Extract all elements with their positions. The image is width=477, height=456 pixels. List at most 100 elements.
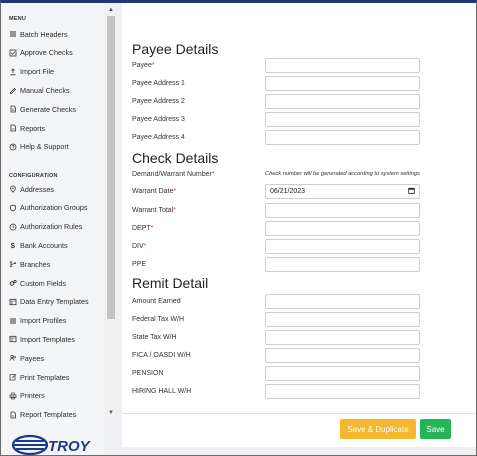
sidebar-item-import-templates[interactable]: Import Templates (9, 333, 103, 345)
sidebar-item-branches[interactable]: Branches (9, 258, 103, 270)
payee-label: Payee* (132, 62, 155, 69)
dept-input[interactable] (265, 221, 420, 236)
payee-address-4-input[interactable] (265, 130, 420, 145)
dept-label: DEPT* (132, 225, 154, 232)
sidebar-item-bank-accounts[interactable]: $ Bank Accounts (9, 239, 103, 251)
nav-item-label: Import File (20, 67, 54, 77)
payee-input[interactable] (265, 58, 420, 73)
sidebar: MENU Batch Headers Approve Checks Import F… (2, 3, 104, 455)
people-icon (9, 354, 17, 362)
state-tax-w-h-input[interactable] (265, 330, 420, 345)
amount-earned-input[interactable] (265, 294, 420, 309)
shield-icon (9, 204, 17, 212)
date-value: 06/21/2023 (270, 188, 306, 195)
sidebar-item-generate-checks[interactable]: Generate Checks (9, 103, 103, 115)
nav-item-label: Approve Checks (20, 48, 73, 58)
scrollbar-thumb[interactable] (107, 16, 115, 319)
nav-item-label: Data Entry Templates (20, 297, 89, 307)
sidebar-item-help-support[interactable]: Help & Support (9, 141, 103, 153)
save-and-duplicate-button[interactable]: Save & Duplicate (340, 419, 416, 439)
warrant-total-label: Warrant Total* (132, 207, 176, 214)
fica-oasdi-w-h-input[interactable] (265, 348, 420, 363)
payee-address-1-input[interactable] (265, 76, 420, 91)
ppe-label: PPE (132, 261, 147, 268)
sidebar-item-manual-checks[interactable]: Manual Checks (9, 84, 103, 96)
nav-item-label: Authorization Groups (20, 203, 88, 213)
sidebar-item-custom-fields[interactable]: Custom Fields (9, 277, 103, 289)
scroll-down-arrow-icon[interactable]: ▼ (107, 409, 115, 417)
hiring-hall-w-h-input[interactable] (265, 384, 420, 399)
demand-warrant-number-label: Demand/Warrant Number* (132, 171, 215, 178)
template-icon (9, 298, 17, 306)
sidebar-item-batch-headers[interactable]: Batch Headers (9, 28, 103, 40)
federal-tax-w-h-input[interactable] (265, 312, 420, 327)
nav-item-label: Print Templates (20, 372, 70, 382)
remit-detail-title: Remit Detail (132, 275, 209, 291)
upload-icon (9, 68, 17, 76)
sidebar-item-printers[interactable]: Printers (9, 390, 103, 402)
nav-item-label: Batch Headers (20, 29, 68, 39)
nav-item-label: Generate Checks (20, 104, 76, 114)
sidebar-item-data-entry-templates[interactable]: Data Entry Templates (9, 296, 103, 308)
nav-item-label: Branches (20, 259, 51, 269)
edit-icon (9, 373, 17, 381)
nav-item-label: Import Profiles (20, 316, 67, 326)
ppe-input[interactable] (265, 257, 420, 272)
gears-icon (9, 279, 17, 287)
check-number-note: Check number will be generated according… (265, 171, 420, 177)
nav-item-label: Authorization Rules (20, 222, 83, 232)
sidebar-item-print-templates[interactable]: Print Templates (9, 371, 103, 383)
troy-logo: TROY (10, 431, 100, 455)
sidebar-item-payees[interactable]: Payees (9, 352, 103, 364)
help-icon (9, 143, 17, 151)
payee-details-title: Payee Details (132, 41, 219, 57)
sidebar-item-import-profiles[interactable]: Import Profiles (9, 315, 103, 327)
footer-divider (122, 413, 476, 414)
payee-address-3-label: Payee Address 3 (132, 116, 185, 123)
hiring-hall-w-h-label: HIRING HALL W/H (132, 388, 192, 395)
check-square-icon (9, 49, 17, 57)
sidebar-item-approve-checks[interactable]: Approve Checks (9, 47, 103, 59)
calendar-icon[interactable] (408, 187, 415, 196)
svg-text:$: $ (11, 241, 16, 249)
warrant-date-date-input[interactable]: 06/21/2023 (265, 184, 420, 199)
fica-oasdi-w-h-label: FICA / OASDI W/H (132, 352, 191, 359)
pen-icon (9, 86, 17, 95)
menu-section-label: MENU (9, 16, 26, 22)
printer-icon (9, 392, 17, 400)
branch-icon (9, 260, 17, 268)
clock-icon (9, 223, 17, 231)
state-tax-w-h-label: State Tax W/H (132, 334, 177, 341)
sidebar-item-authorization-rules[interactable]: Authorization Rules (9, 221, 103, 233)
payee-address-4-label: Payee Address 4 (132, 134, 185, 141)
nav-item-label: Printers (20, 391, 45, 401)
sidebar-item-report-templates[interactable]: Report Templates (9, 409, 103, 421)
pension-label: PENSION (132, 370, 164, 377)
pension-input[interactable] (265, 366, 420, 381)
document-icon (9, 105, 17, 113)
warrant-total-input[interactable] (265, 203, 420, 218)
sidebar-item-authorization-groups[interactable]: Authorization Groups (9, 202, 103, 214)
div-input[interactable] (265, 239, 420, 254)
federal-tax-w-h-label: Federal Tax W/H (132, 316, 184, 323)
amount-earned-label: Amount Earned (132, 298, 181, 305)
payee-address-2-input[interactable] (265, 94, 420, 109)
list-icon (9, 317, 17, 325)
div-label: DIV* (132, 243, 147, 250)
scroll-up-arrow-icon[interactable]: ▲ (107, 6, 115, 14)
report-icon (9, 411, 17, 419)
dollar-icon: $ (9, 241, 17, 249)
nav-item-label: Manual Checks (20, 85, 70, 95)
app-window: MENU Batch Headers Approve Checks Import F… (0, 0, 477, 456)
save-button[interactable]: Save (420, 419, 451, 439)
warrant-date-label: Warrant Date* (132, 188, 177, 195)
nav-item-label: Bank Accounts (20, 240, 68, 250)
nav-item-label: Custom Fields (20, 278, 66, 288)
sidebar-item-import-file[interactable]: Import File (9, 66, 103, 78)
template-icon (9, 335, 17, 343)
sidebar-item-reports[interactable]: Reports (9, 122, 103, 134)
nav-item-label: Payees (20, 353, 44, 363)
sidebar-item-addresses[interactable]: Addresses (9, 183, 103, 195)
check-details-title: Check Details (132, 150, 219, 166)
payee-address-3-input[interactable] (265, 112, 420, 127)
